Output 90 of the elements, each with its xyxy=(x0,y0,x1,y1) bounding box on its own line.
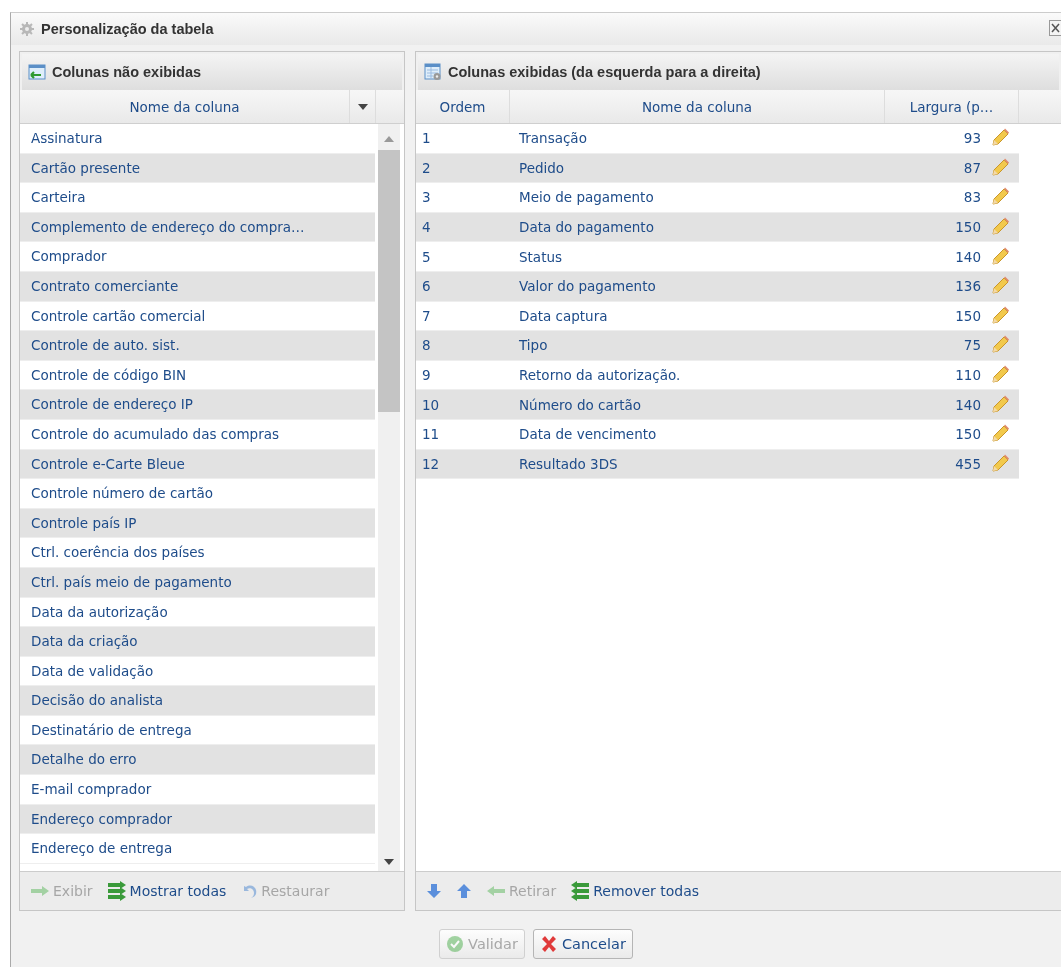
window-title: Personalização da tabela xyxy=(41,21,214,37)
list-item[interactable]: Controle e-Carte Bleue xyxy=(20,449,375,480)
pencil-icon[interactable] xyxy=(990,453,1010,474)
list-item[interactable]: Controle de endereço IP xyxy=(20,390,375,420)
width-cell-text: 455 xyxy=(954,455,981,472)
column-header[interactable]: Nome da coluna xyxy=(510,90,885,123)
order-cell-text: 5 xyxy=(421,248,432,265)
width-cell-text: 110 xyxy=(954,367,981,384)
pencil-icon[interactable] xyxy=(990,305,1010,326)
width-cell-text: 140 xyxy=(954,396,981,413)
order-cell-text: 3 xyxy=(421,189,432,206)
width-cell-text: 136 xyxy=(954,278,981,295)
order-cell-text: 9 xyxy=(421,367,432,384)
right-arrows-icon xyxy=(106,881,127,901)
scrollbar-thumb[interactable] xyxy=(378,150,400,412)
pencil-icon[interactable] xyxy=(990,157,1010,178)
width-cell-text: 93 xyxy=(962,130,981,147)
scrollbar[interactable] xyxy=(378,124,400,871)
list-item[interactable]: Comprador xyxy=(20,242,375,272)
order-cell-text: 6 xyxy=(421,278,432,295)
list-item[interactable]: Controle país IP xyxy=(20,508,375,539)
column-name-cell-text: Status xyxy=(518,248,564,265)
order-cell-text: 7 xyxy=(421,307,432,324)
column-name-cell-text: Meio de pagamento xyxy=(518,189,655,206)
list-item[interactable]: Ctrl. coerência dos países xyxy=(20,538,375,568)
pencil-icon[interactable] xyxy=(990,246,1010,267)
pencil-icon[interactable] xyxy=(990,335,1010,356)
left-arrow-icon xyxy=(486,885,506,897)
list-item[interactable]: Ctrl. país meio de pagamento xyxy=(20,567,375,598)
width-cell-text: 87 xyxy=(962,159,981,176)
scroll-down-icon[interactable] xyxy=(384,859,394,865)
column-name-cell-text: Tipo xyxy=(518,337,549,354)
order-cell-text: 12 xyxy=(421,455,441,472)
column-header[interactable]: Ordem xyxy=(416,90,510,123)
column-name-cell-text: Pedido xyxy=(518,159,566,176)
list-item[interactable]: Carteira xyxy=(20,183,375,213)
pencil-icon[interactable] xyxy=(990,128,1010,149)
column-name-cell-text: Data do pagamento xyxy=(518,219,655,236)
show-all-button[interactable]: Mostrar todas xyxy=(104,881,229,901)
list-item[interactable]: Assinatura xyxy=(20,124,375,154)
list-item[interactable]: Endereço de entrega xyxy=(20,834,375,864)
column-name-cell-text: Número do cartão xyxy=(518,396,643,413)
order-cell-text: 11 xyxy=(421,426,441,443)
list-item[interactable]: Data da criação xyxy=(20,627,375,657)
list-item[interactable]: Contrato comerciante xyxy=(20,271,375,302)
cancel-button[interactable]: Cancelar xyxy=(532,929,633,959)
order-cell-text: 10 xyxy=(421,396,441,413)
panel-title: Colunas não exibidas xyxy=(52,64,202,80)
column-name-cell-text: Data de vencimento xyxy=(518,426,658,443)
order-cell-text: 4 xyxy=(421,219,432,236)
width-cell-text: 150 xyxy=(954,307,981,324)
column-name-cell-text: Transação xyxy=(518,130,588,147)
list-item[interactable]: Detalhe do erro xyxy=(20,745,375,776)
width-cell-text: 83 xyxy=(962,189,981,206)
pencil-icon[interactable] xyxy=(990,365,1010,386)
column-name-cell-text: Retorno da autorização. xyxy=(518,367,682,384)
order-cell-text: 2 xyxy=(421,159,432,176)
column-name-cell-text: Valor do pagamento xyxy=(518,278,657,295)
check-icon xyxy=(446,935,465,953)
order-cell-text: 1 xyxy=(421,130,432,147)
dropdown-caret-icon[interactable] xyxy=(357,103,368,110)
list-item[interactable]: Decisão do analista xyxy=(20,686,375,716)
width-cell-text: 140 xyxy=(954,248,981,265)
list-item[interactable]: Controle de auto. sist. xyxy=(20,331,375,361)
width-cell-text: 150 xyxy=(954,426,981,443)
pencil-icon[interactable] xyxy=(990,394,1010,415)
right-arrow-icon xyxy=(30,885,50,897)
list-item[interactable]: Controle número de cartão xyxy=(20,479,375,509)
pencil-icon[interactable] xyxy=(990,187,1010,208)
scroll-up-icon[interactable] xyxy=(384,136,394,142)
column-name-cell-text: Data captura xyxy=(518,307,609,324)
gear-icon xyxy=(19,21,35,37)
left-arrows-icon xyxy=(570,881,591,901)
close-icon[interactable] xyxy=(1049,20,1061,36)
list-item[interactable]: Complemento de endereço do compra… xyxy=(20,212,375,243)
list-item[interactable]: Cartão presente xyxy=(20,153,375,184)
list-item[interactable]: Controle do acumulado das compras xyxy=(20,419,375,450)
column-header[interactable]: Largura (p… xyxy=(885,90,1019,123)
table-gear-icon xyxy=(424,63,442,81)
remove-all-button[interactable]: Remover todas xyxy=(568,881,702,901)
list-item[interactable]: E-mail comprador xyxy=(20,775,375,805)
order-cell-text: 8 xyxy=(421,337,432,354)
list-item[interactable]: Endereço comprador xyxy=(20,804,375,835)
panel-title: Colunas exibidas (da esquerda para a direita) xyxy=(448,64,761,80)
width-cell-text: 150 xyxy=(954,219,981,236)
pencil-icon[interactable] xyxy=(990,217,1010,238)
pencil-icon[interactable] xyxy=(990,424,1010,445)
pencil-icon[interactable] xyxy=(990,276,1010,297)
column-name-cell-text: Resultado 3DS xyxy=(518,455,619,472)
width-cell-text: 75 xyxy=(962,337,981,354)
